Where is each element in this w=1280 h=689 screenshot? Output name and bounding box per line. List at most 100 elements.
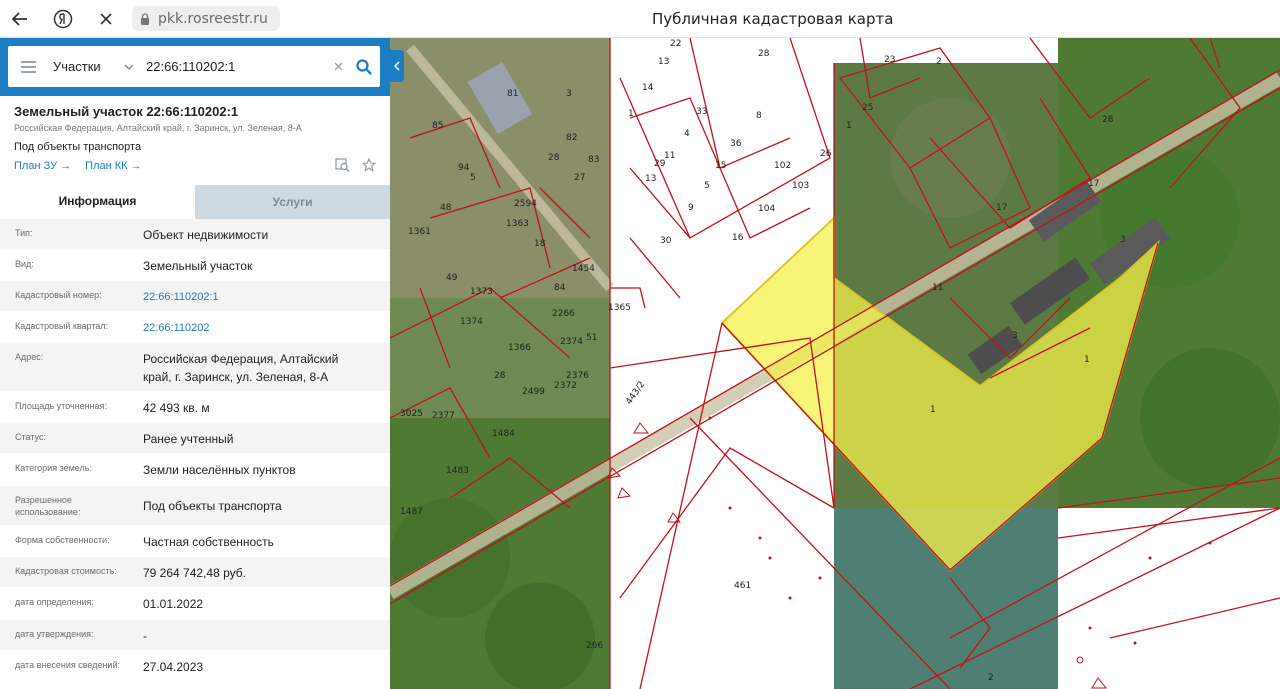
svg-text:13: 13 <box>645 174 656 184</box>
svg-text:3: 3 <box>1012 331 1018 341</box>
svg-text:2594: 2594 <box>514 199 537 209</box>
object-type-select[interactable]: Участки <box>48 59 140 74</box>
lock-icon <box>141 12 149 25</box>
info-label: дата определения: <box>15 597 94 607</box>
plan-kk-label: План КК <box>85 160 128 172</box>
info-value: 42 493 кв. м <box>143 401 210 415</box>
yandex-logo-icon[interactable] <box>50 6 76 32</box>
info-value: Частная собственность <box>143 535 274 549</box>
cadastral-number-link[interactable]: 22:66:110202:1 <box>128 281 390 311</box>
info-label: Площадь уточненная: <box>15 401 107 411</box>
svg-text:11: 11 <box>932 283 943 293</box>
svg-text:104: 104 <box>758 204 775 214</box>
parcel-use: Под объекты транспорта <box>14 141 142 153</box>
svg-text:13: 13 <box>658 57 669 67</box>
info-row: Кадастровая стоимость: 79 264 742,48 руб. <box>0 557 390 588</box>
back-icon[interactable] <box>7 6 33 32</box>
svg-text:22: 22 <box>670 39 681 49</box>
info-row: Кадастровый квартал: 22:66:110202 <box>0 312 390 343</box>
info-label: дата утверждения: <box>15 629 94 639</box>
cadastral-quarter-link[interactable]: 22:66:110202 <box>128 312 390 342</box>
vegetation-blob <box>890 98 1010 218</box>
info-row: Вид: Земельный участок <box>0 250 390 281</box>
info-label: Тип: <box>15 228 33 238</box>
svg-text:1: 1 <box>930 405 936 415</box>
svg-text:17: 17 <box>996 203 1007 213</box>
plan-zu-link[interactable]: План ЗУ → <box>14 160 71 172</box>
info-value: Российская Федерация, Алтайский край, г.… <box>143 352 339 384</box>
svg-text:2376: 2376 <box>566 371 589 381</box>
svg-text:3025: 3025 <box>400 409 423 419</box>
zoom-to-object-icon[interactable] <box>335 158 350 177</box>
info-row: дата внесения сведений: 27.04.2023 <box>0 651 390 682</box>
svg-text:1374: 1374 <box>460 317 483 327</box>
info-label: дата внесения сведений: <box>15 660 120 670</box>
cadastral-map[interactable]: 22 28 13 14 1 33 4 36 8 29 11 15 102 103 26 5 104 9 … <box>390 38 1280 689</box>
svg-text:23: 23 <box>884 55 895 65</box>
info-row: Форма собственности: Частная собственност… <box>0 526 390 557</box>
svg-text:4: 4 <box>684 129 690 139</box>
svg-text:14: 14 <box>642 83 654 93</box>
svg-text:25: 25 <box>862 103 873 113</box>
info-value: Объект недвижимости <box>143 228 269 242</box>
svg-text:84: 84 <box>554 283 566 293</box>
tab-information[interactable]: Информация <box>0 185 195 219</box>
svg-text:28: 28 <box>758 49 770 59</box>
info-row: Категория земель: Земли населённых пункто… <box>0 454 390 486</box>
search-icon[interactable] <box>348 46 380 87</box>
plan-zu-label: План ЗУ <box>14 160 58 172</box>
arrow-right-icon: → <box>60 160 72 172</box>
search-box: Участки <box>8 46 380 87</box>
svg-text:83: 83 <box>588 155 599 165</box>
info-row: дата утверждения: - <box>0 620 390 651</box>
svg-text:11: 11 <box>664 151 675 161</box>
svg-text:1483: 1483 <box>446 466 469 476</box>
menu-icon[interactable] <box>8 46 48 87</box>
svg-text:102: 102 <box>774 161 791 171</box>
svg-text:28: 28 <box>548 153 560 163</box>
info-label: Кадастровый квартал: <box>15 321 109 331</box>
schematic-tile <box>1058 508 1280 689</box>
svg-text:1361: 1361 <box>408 227 431 237</box>
info-label: Форма собственности: <box>15 535 110 545</box>
info-label: Вид: <box>15 259 34 269</box>
svg-text:94: 94 <box>458 163 470 173</box>
plan-kk-link[interactable]: План КК → <box>85 160 141 172</box>
svg-text:2: 2 <box>988 673 994 683</box>
svg-text:1365: 1365 <box>608 303 631 313</box>
info-label: Адрес: <box>15 352 44 362</box>
info-row: Кадастровый номер: 22:66:110202:1 <box>0 281 390 312</box>
svg-text:18: 18 <box>534 239 546 249</box>
search-input[interactable] <box>140 59 328 74</box>
info-row: Площадь уточненная: 42 493 кв. м <box>0 392 390 423</box>
close-icon[interactable] <box>93 6 119 32</box>
svg-text:33: 33 <box>696 107 707 117</box>
svg-text:1484: 1484 <box>492 429 515 439</box>
svg-text:103: 103 <box>792 181 809 191</box>
arrow-right-icon: → <box>130 160 142 172</box>
svg-text:81: 81 <box>507 89 518 99</box>
map-canvas[interactable]: 222813 141 33 4368 291115 10210326 51049 … <box>390 38 1280 689</box>
info-value: 01.01.2022 <box>143 597 204 611</box>
star-icon[interactable] <box>361 157 377 177</box>
parcel-title: Земельный участок 22:66:110202:1 <box>14 104 239 119</box>
vegetation-blob <box>485 583 595 689</box>
svg-text:28: 28 <box>1102 115 1114 125</box>
url-bar[interactable]: pkk.rosreestr.ru <box>132 6 280 31</box>
svg-text:28: 28 <box>494 371 506 381</box>
svg-text:49: 49 <box>446 273 458 283</box>
tab-bar: Информация Услуги <box>0 185 390 219</box>
search-panel: Участки <box>0 38 390 96</box>
clear-icon[interactable] <box>328 59 348 74</box>
collapse-sidebar-button[interactable] <box>390 50 404 82</box>
info-label: Разрешенное использование: <box>15 495 81 517</box>
svg-text:9: 9 <box>688 203 694 213</box>
svg-text:2372: 2372 <box>554 381 577 391</box>
parcel-header: Земельный участок 22:66:110202:1 Российс… <box>0 96 390 185</box>
tab-services[interactable]: Услуги <box>195 185 390 219</box>
svg-text:2: 2 <box>936 57 942 67</box>
svg-text:1: 1 <box>1084 355 1090 365</box>
svg-text:3: 3 <box>566 89 572 99</box>
info-sidebar: Участки Земельный участок 22:66:110202:1… <box>0 38 390 689</box>
info-row: Адрес: Российская Федерация, Алтайский кр… <box>0 343 390 392</box>
